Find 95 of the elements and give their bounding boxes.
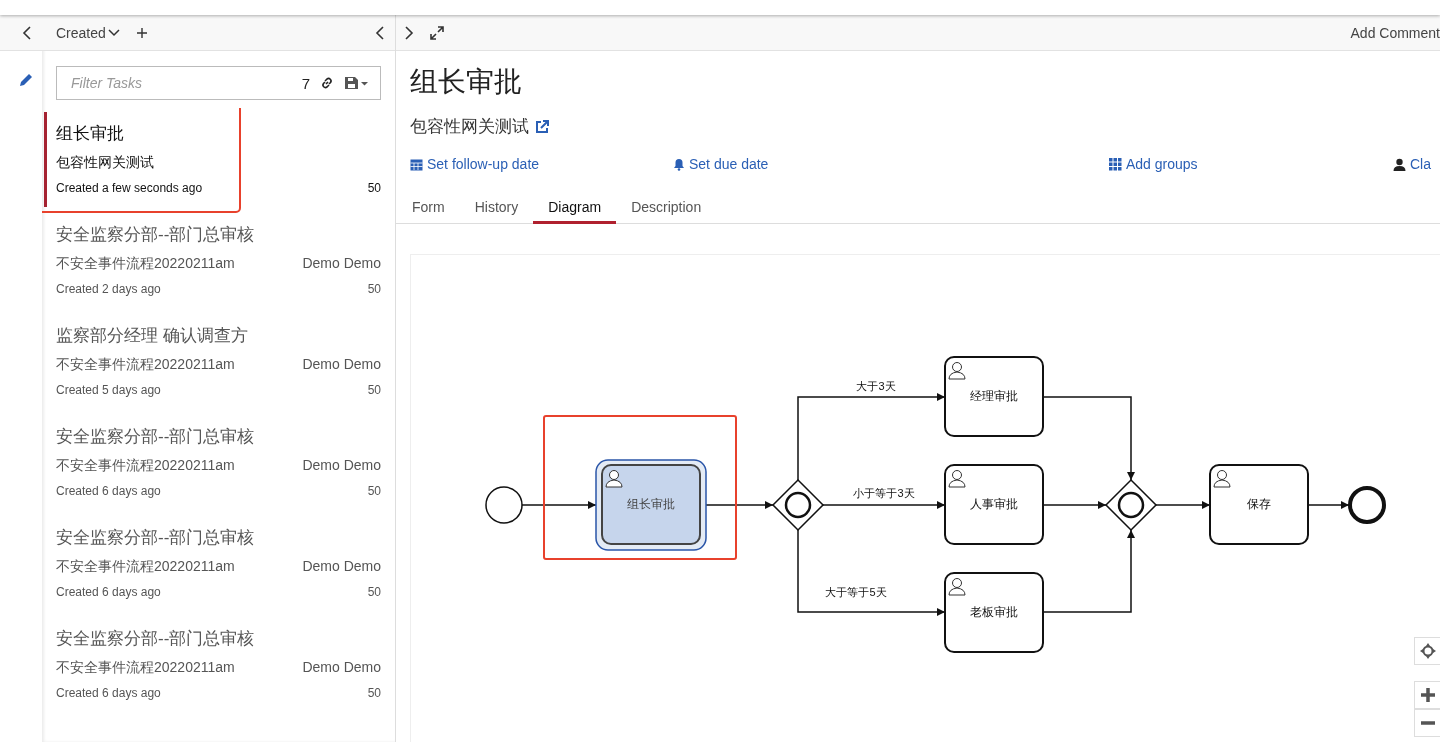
flow-label: 大于3天 xyxy=(856,380,896,392)
expand-panel-button[interactable] xyxy=(402,23,416,42)
inclusive-gateway xyxy=(1104,478,1158,532)
reset-view-button[interactable] xyxy=(1414,637,1440,665)
collapse-button[interactable] xyxy=(20,23,34,42)
task-label: 人事审批 xyxy=(970,497,1018,511)
user-icon xyxy=(948,578,966,596)
flow-label: 大于等于5天 xyxy=(825,586,887,598)
created-time: Created 6 days ago xyxy=(56,686,161,700)
inclusive-gateway xyxy=(771,478,825,532)
priority-value: 50 xyxy=(367,383,381,397)
grid-icon xyxy=(1109,157,1122,171)
user-task[interactable] xyxy=(944,464,1044,545)
action-link[interactable]: Add groups xyxy=(1109,156,1198,172)
task-item[interactable]: 安全监察分部--部门总审核 不安全事件流程20220211am Demo Demo Created 6 days ago 50 xyxy=(42,411,395,512)
action-link[interactable]: Set due date xyxy=(673,156,769,172)
plus-icon xyxy=(1420,687,1436,703)
task-label: 组长审批 xyxy=(627,497,675,511)
created-time: Created 2 days ago xyxy=(56,282,161,296)
sort-dropdown[interactable]: Created xyxy=(56,24,120,41)
add-comment-button[interactable]: Add Comment xyxy=(1350,24,1440,41)
sequence-flow xyxy=(705,501,774,509)
action-link[interactable]: Set follow-up date xyxy=(410,156,540,172)
filter-box[interactable]: Filter Tasks 7 xyxy=(56,66,381,100)
bell-icon xyxy=(673,157,685,171)
task-label: 经理审批 xyxy=(970,389,1018,403)
task-heading: 组长审批 xyxy=(410,65,522,99)
zoom-in-button[interactable] xyxy=(1414,681,1440,709)
sequence-flow xyxy=(1155,501,1211,509)
process-name: 不安全事件流程20220211am xyxy=(56,558,235,576)
assignee-name: Demo Demo xyxy=(302,356,381,372)
user-icon xyxy=(1393,157,1406,171)
collapse-button[interactable] xyxy=(373,23,387,42)
task-title: 安全监察分部--部门总审核 xyxy=(56,426,256,448)
user-task[interactable] xyxy=(601,464,701,545)
chevron-left-icon xyxy=(22,25,32,40)
task-count: 7 xyxy=(301,74,310,92)
task-item[interactable]: 安全监察分部--部门总审核 不安全事件流程20220211am Demo Demo Created 2 days ago 50 xyxy=(42,209,395,310)
start-event xyxy=(485,486,523,524)
task-title: 安全监察分部--部门总审核 xyxy=(56,527,256,549)
task-title: 组长审批 xyxy=(56,123,125,145)
link-icon[interactable] xyxy=(320,76,334,90)
user-task[interactable] xyxy=(944,356,1044,437)
priority-value: 50 xyxy=(367,686,381,700)
maximize-icon[interactable] xyxy=(428,23,446,42)
created-time: Created 6 days ago xyxy=(56,484,161,498)
priority-value: 50 xyxy=(367,181,381,195)
task-title: 安全监察分部--部门总审核 xyxy=(56,628,256,650)
chevron-left-icon xyxy=(375,25,385,40)
created-time: Created 6 days ago xyxy=(56,585,161,599)
task-item[interactable]: 安全监察分部--部门总审核 不安全事件流程20220211am Demo Demo Created 6 days ago 50 xyxy=(42,512,395,613)
user-icon xyxy=(1213,470,1231,488)
user-icon xyxy=(605,470,623,488)
priority-value: 50 xyxy=(367,484,381,498)
priority-value: 50 xyxy=(367,585,381,599)
user-task[interactable] xyxy=(1209,464,1309,545)
created-time: Created 5 days ago xyxy=(56,383,161,397)
user-icon xyxy=(948,470,966,488)
assignee-name: Demo Demo xyxy=(302,659,381,675)
assignee-name: Demo Demo xyxy=(302,255,381,271)
task-label: 保存 xyxy=(1247,497,1271,511)
crosshair-icon xyxy=(1420,643,1436,659)
task-label: 老板审批 xyxy=(970,605,1018,619)
end-event xyxy=(1348,486,1386,524)
pencil-icon[interactable] xyxy=(19,73,33,87)
save-icon[interactable] xyxy=(344,76,370,90)
zoom-out-button[interactable] xyxy=(1414,709,1440,737)
sequence-flow xyxy=(1307,501,1350,509)
process-name: 不安全事件流程20220211am xyxy=(56,255,235,273)
action-link[interactable]: Cla xyxy=(1393,156,1431,172)
task-title: 监察部分经理 确认调查方 xyxy=(56,325,249,347)
external-link-icon[interactable] xyxy=(535,119,549,134)
priority-value: 50 xyxy=(367,282,381,296)
sequence-flow xyxy=(1042,501,1107,509)
task-title: 安全监察分部--部门总审核 xyxy=(56,224,256,246)
process-name: 不安全事件流程20220211am xyxy=(56,659,235,677)
calendar-icon xyxy=(410,157,423,171)
process-name: 包容性网关测试 xyxy=(56,154,154,172)
process-name: 不安全事件流程20220211am xyxy=(56,356,235,374)
assignee-name: Demo Demo xyxy=(302,457,381,473)
flow-label: 小于等于3天 xyxy=(853,487,915,499)
chevron-right-icon xyxy=(404,25,414,40)
tab[interactable]: Form xyxy=(397,193,460,224)
tab[interactable]: Diagram xyxy=(533,193,617,224)
user-icon xyxy=(948,362,966,380)
task-item[interactable]: 安全监察分部--部门总审核 不安全事件流程20220211am Demo Demo Created 6 days ago 50 xyxy=(42,613,395,714)
caret-icon xyxy=(107,28,120,37)
task-item[interactable]: 监察部分经理 确认调查方 不安全事件流程20220211am Demo Demo Created 5 days ago 50 xyxy=(42,310,395,411)
created-time: Created a few seconds ago xyxy=(56,181,203,195)
process-name: 不安全事件流程20220211am xyxy=(56,457,235,475)
tab[interactable]: Description xyxy=(616,193,717,224)
tab[interactable]: History xyxy=(459,193,534,224)
assignee-name: Demo Demo xyxy=(302,558,381,574)
process-name: 包容性网关测试 xyxy=(410,116,529,138)
user-task[interactable] xyxy=(944,572,1044,653)
